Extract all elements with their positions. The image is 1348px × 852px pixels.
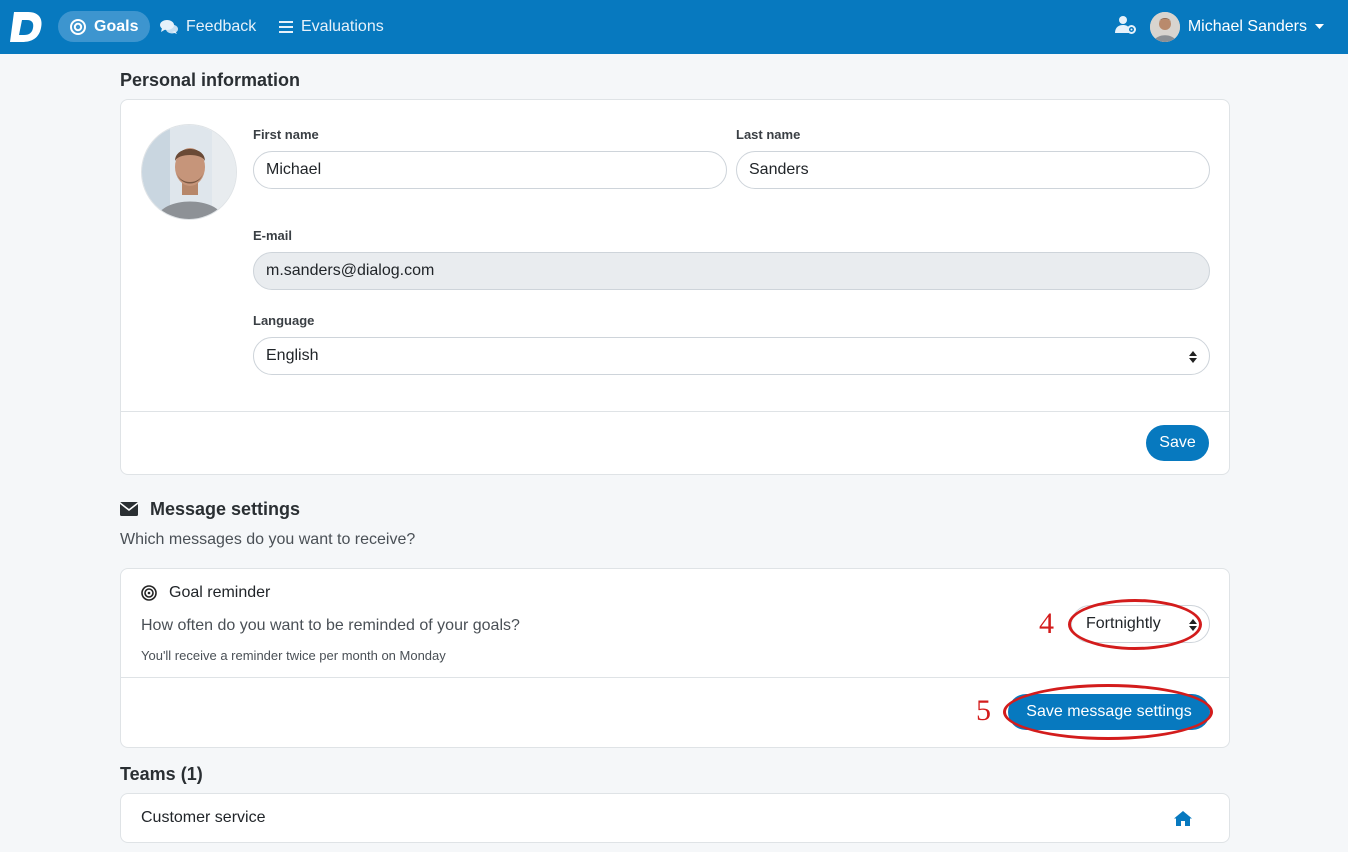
language-label: Language bbox=[253, 313, 315, 328]
dialog-logo[interactable] bbox=[10, 10, 44, 44]
last-name-value: Sanders bbox=[749, 161, 809, 178]
step-5-highlight bbox=[1003, 684, 1213, 740]
step-4-annotation: 4 bbox=[1039, 607, 1054, 640]
step-4-highlight bbox=[1068, 599, 1202, 650]
first-name-value: Michael bbox=[266, 161, 322, 178]
nav-feedback[interactable]: Feedback bbox=[148, 11, 268, 42]
goal-reminder-title: Goal reminder bbox=[169, 584, 271, 601]
email-field: m.sanders@dialog.com bbox=[253, 252, 1210, 290]
personal-info-title: Personal information bbox=[120, 70, 301, 90]
target-icon bbox=[70, 18, 86, 35]
list-icon bbox=[279, 20, 293, 33]
select-arrows-icon bbox=[1189, 351, 1197, 363]
bullseye-icon bbox=[141, 585, 157, 601]
home-icon[interactable] bbox=[1174, 811, 1192, 826]
language-value: English bbox=[266, 347, 319, 364]
caret-down-icon bbox=[1315, 23, 1324, 29]
last-name-label: Last name bbox=[736, 127, 801, 142]
user-name: Michael Sanders bbox=[1187, 17, 1307, 35]
team-row[interactable]: Customer service bbox=[120, 793, 1230, 843]
message-settings-subtitle: Which messages do you want to receive? bbox=[120, 531, 416, 548]
email-value: m.sanders@dialog.com bbox=[266, 262, 435, 279]
goal-reminder-question: How often do you want to be reminded of … bbox=[141, 617, 520, 634]
teams-title: Teams (1) bbox=[120, 764, 203, 784]
card-divider bbox=[121, 411, 1229, 412]
user-avatar bbox=[1149, 11, 1180, 42]
nav-goals-label: Goals bbox=[94, 17, 139, 35]
message-settings-title: Message settings bbox=[150, 499, 301, 519]
first-name-label: First name bbox=[253, 127, 319, 142]
first-name-field[interactable]: Michael bbox=[253, 151, 727, 189]
nav-feedback-label: Feedback bbox=[186, 17, 257, 35]
last-name-field[interactable]: Sanders bbox=[736, 151, 1210, 189]
top-navbar: Goals Feedback Evaluations Michael Sande… bbox=[0, 0, 1348, 54]
email-label: E-mail bbox=[253, 228, 293, 243]
personal-info-card: First name Michael Last name Sanders E-m… bbox=[120, 99, 1230, 475]
language-select[interactable]: English bbox=[253, 337, 1210, 375]
nav-evaluations[interactable]: Evaluations bbox=[267, 11, 396, 42]
user-settings-icon[interactable] bbox=[1115, 15, 1137, 35]
nav-evaluations-label: Evaluations bbox=[301, 17, 384, 35]
profile-avatar[interactable] bbox=[141, 124, 237, 220]
step-5-annotation: 5 bbox=[976, 694, 991, 727]
envelope-icon bbox=[120, 502, 138, 516]
card-divider bbox=[121, 677, 1229, 678]
comments-icon bbox=[160, 19, 178, 34]
user-menu[interactable]: Michael Sanders bbox=[1149, 11, 1324, 42]
nav-goals[interactable]: Goals bbox=[58, 11, 151, 42]
goal-reminder-hint: You'll receive a reminder twice per mont… bbox=[141, 648, 446, 663]
save-button[interactable]: Save bbox=[1146, 425, 1209, 461]
team-name: Customer service bbox=[141, 809, 266, 826]
